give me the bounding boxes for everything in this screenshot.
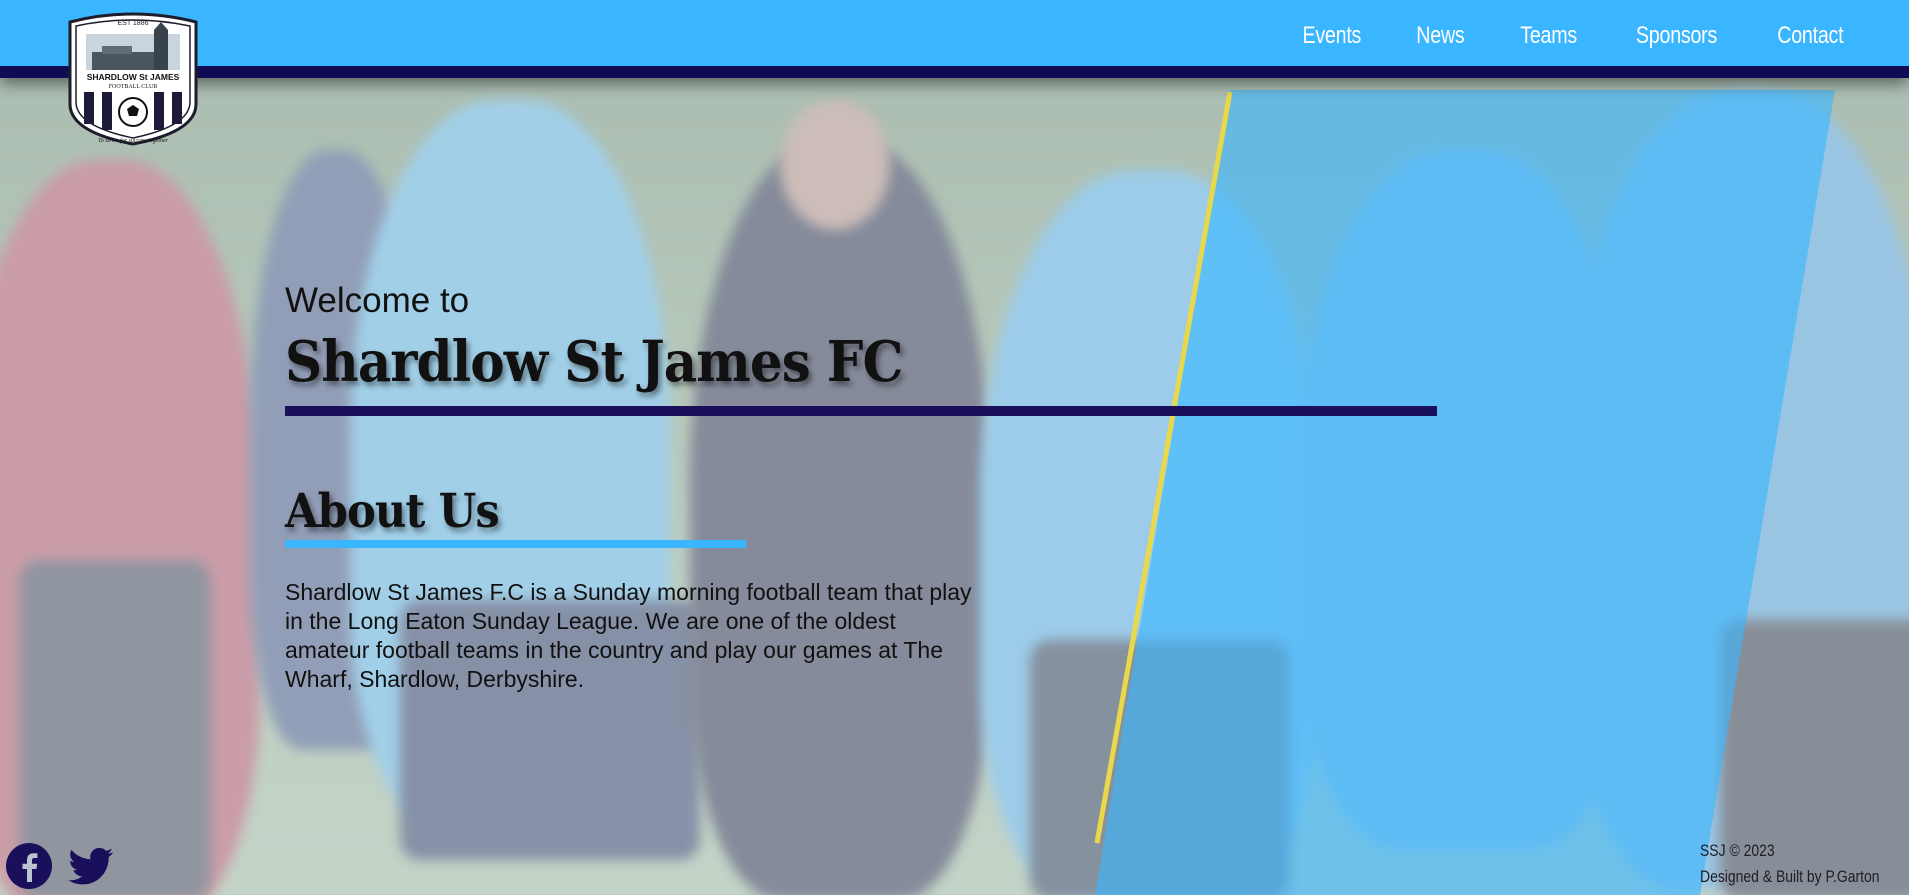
title-underline — [285, 406, 1437, 416]
hero-section: Welcome to Shardlow St James FC — [285, 283, 956, 390]
crest-club-text: FOOTBALL CLUB — [109, 84, 158, 90]
crest-motto-text: To strive for success together — [98, 137, 169, 144]
crest-est-text: EST 1886 — [117, 20, 148, 27]
social-links — [5, 842, 115, 890]
about-text: Shardlow St James F.C is a Sunday mornin… — [285, 579, 972, 692]
club-crest-logo[interactable]: EST 1886 SHARDLOW St JAMES FOOTBALL CLUB… — [62, 12, 204, 146]
nav-contact[interactable]: Contact — [1778, 22, 1844, 50]
about-title: About Us — [285, 484, 500, 539]
nav-events[interactable]: Events — [1302, 22, 1361, 50]
twitter-icon[interactable] — [67, 842, 115, 890]
crest-name-text: SHARDLOW St JAMES — [87, 72, 180, 82]
about-underline — [285, 540, 746, 548]
copyright-text: SSJ © 2023 — [1700, 841, 1775, 860]
club-title: Shardlow St James FC — [285, 329, 903, 395]
nav-sponsors[interactable]: Sponsors — [1636, 22, 1717, 50]
credit-text: Designed & Built by P.Garton — [1700, 867, 1880, 886]
facebook-icon[interactable] — [5, 842, 53, 890]
main-nav: Events News Teams Sponsors Contact — [1296, 22, 1851, 50]
site-header: Events News Teams Sponsors Contact — [0, 0, 1909, 78]
about-section: About Us — [285, 488, 517, 535]
welcome-text: Welcome to — [285, 281, 470, 320]
footer-credits: SSJ © 2023 Designed & Built by P.Garton — [1700, 838, 1880, 890]
nav-teams[interactable]: Teams — [1520, 22, 1577, 50]
nav-news[interactable]: News — [1417, 22, 1465, 50]
